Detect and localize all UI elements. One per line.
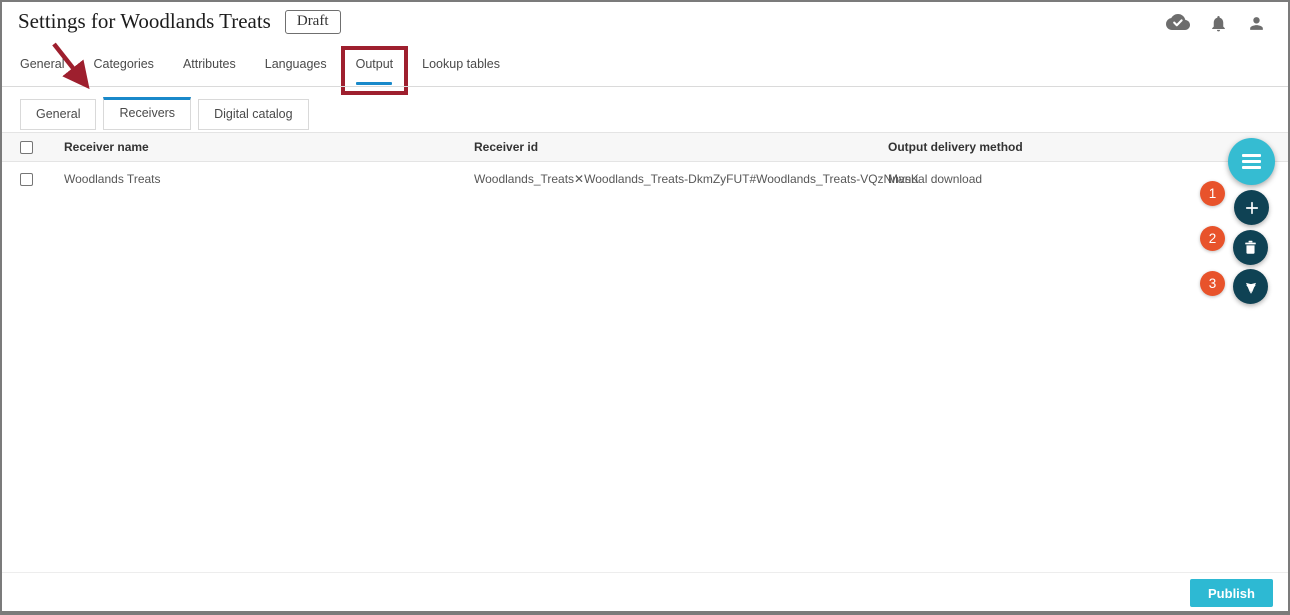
subtab-receivers[interactable]: Receivers bbox=[103, 97, 191, 130]
add-receiver-button[interactable] bbox=[1234, 190, 1269, 225]
receivers-table-header: Receiver name Receiver id Output deliver… bbox=[2, 132, 1288, 162]
subtab-general[interactable]: General bbox=[20, 99, 96, 130]
tab-lookup-tables[interactable]: Lookup tables bbox=[422, 57, 500, 71]
settings-window: Settings for Woodlands Treats Draft Gene… bbox=[0, 0, 1290, 615]
publish-button[interactable]: Publish bbox=[1190, 579, 1273, 607]
delete-receiver-button[interactable] bbox=[1233, 230, 1268, 265]
column-receiver-id: Receiver id bbox=[474, 133, 538, 161]
split-arrows-icon bbox=[1242, 278, 1260, 296]
actions-menu-button[interactable] bbox=[1228, 138, 1275, 185]
column-output-delivery-method: Output delivery method bbox=[888, 133, 1023, 161]
cloud-sync-done-icon[interactable] bbox=[1166, 14, 1190, 33]
cell-output-delivery-method: Manual download bbox=[888, 162, 982, 197]
page-title: Settings for Woodlands Treats bbox=[18, 9, 271, 34]
status-badge: Draft bbox=[285, 10, 341, 34]
cell-receiver-name: Woodlands Treats bbox=[64, 162, 161, 197]
cell-receiver-id: Woodlands_Treats✕Woodlands_Treats-DkmZyF… bbox=[474, 162, 919, 197]
step-badge-1: 1 bbox=[1200, 181, 1225, 206]
step-badge-2: 2 bbox=[1200, 226, 1225, 251]
sub-tab-bar: General Receivers Digital catalog bbox=[20, 96, 309, 130]
tab-categories[interactable]: Categories bbox=[93, 57, 153, 71]
footer-divider bbox=[2, 572, 1288, 573]
tabbar-divider bbox=[2, 86, 1288, 87]
main-tab-bar: General Categories Attributes Languages … bbox=[20, 57, 500, 71]
account-person-icon[interactable] bbox=[1247, 14, 1266, 33]
tab-attributes[interactable]: Attributes bbox=[183, 57, 236, 71]
topbar-icons bbox=[1166, 13, 1266, 34]
notifications-bell-icon[interactable] bbox=[1209, 13, 1228, 34]
tab-output[interactable]: Output bbox=[356, 57, 394, 71]
tab-languages[interactable]: Languages bbox=[265, 57, 327, 71]
hamburger-menu-icon bbox=[1242, 154, 1261, 157]
delete-trash-icon bbox=[1242, 239, 1259, 256]
tab-general[interactable]: General bbox=[20, 57, 64, 71]
table-row[interactable]: Woodlands Treats Woodlands_Treats✕Woodla… bbox=[2, 162, 1288, 197]
active-tab-indicator bbox=[356, 82, 392, 85]
step-badge-3: 3 bbox=[1200, 271, 1225, 296]
select-all-checkbox[interactable] bbox=[20, 141, 33, 154]
title-bar: Settings for Woodlands Treats Draft bbox=[18, 9, 341, 34]
tab-output-label: Output bbox=[356, 57, 394, 71]
split-output-button[interactable] bbox=[1233, 269, 1268, 304]
add-plus-icon bbox=[1243, 199, 1261, 217]
subtab-digital-catalog[interactable]: Digital catalog bbox=[198, 99, 309, 130]
row-checkbox[interactable] bbox=[20, 173, 33, 186]
column-receiver-name: Receiver name bbox=[64, 133, 149, 161]
